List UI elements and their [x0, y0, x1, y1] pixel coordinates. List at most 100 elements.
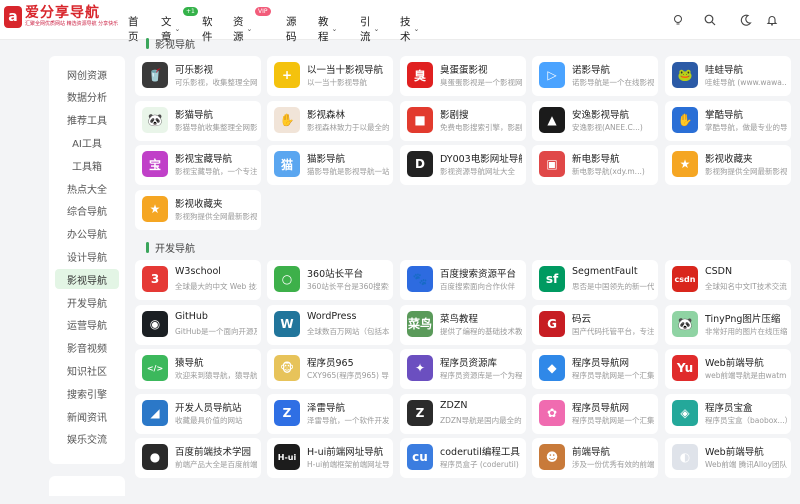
site-card-name: 以一当十影视导航	[307, 65, 384, 76]
site-card[interactable]: W WordPress 全球数百万网站（包括本站）	[267, 304, 393, 345]
sidebar-item[interactable]: 推荐工具	[55, 110, 119, 130]
sidebar-item[interactable]: 办公导航	[55, 224, 119, 244]
site-card[interactable]: ◐ Web前端导航 Web前端 腾讯Alloy团队	[665, 438, 791, 478]
site-card[interactable]: ▣ 新电影导航 新电影导航(xdy.m...)	[532, 145, 658, 185]
site-card-description: 程序员导航网是一个汇集	[572, 415, 654, 425]
nav-item[interactable]: 源码	[286, 14, 297, 44]
site-card[interactable]: 🐾 百度搜索资源平台 百度搜索面向合作伙伴	[400, 260, 526, 300]
site-card[interactable]: 猫猫影导航 猫影导航是影视导航一站式	[267, 145, 393, 185]
site-card[interactable]: ○ 360站长平台 360站长平台是360搜索推出的	[267, 260, 393, 300]
sidebar-item[interactable]: 影视导航	[55, 269, 119, 290]
nav-item[interactable]: 软件	[202, 14, 213, 44]
nav-item[interactable]: 技术 ⌄	[400, 14, 419, 44]
lightbulb-icon[interactable]	[670, 12, 686, 28]
site-card[interactable]: ● 百度前端技术学园 前端产品大全是百度前端	[135, 438, 261, 478]
site-card[interactable]: ★ 影视收藏夹 影视狗提供全网最新影视	[665, 145, 791, 185]
site-card[interactable]: ◉ GitHub GitHub是一个面向开源及私有	[135, 304, 261, 345]
site-card[interactable]: ◢ 开发人员导航站 收藏最具价值的网站	[135, 393, 261, 434]
site-card[interactable]: Yu Web前端导航 web前端导航是由watmen	[665, 349, 791, 389]
site-card-description: 前端产品大全是百度前端	[175, 460, 257, 469]
site-card[interactable]: 🐼 TinyPng图片压缩 非常好用的图片在线压缩	[665, 304, 791, 345]
film-icon: ▣	[539, 151, 565, 177]
site-card[interactable]: ◈ 程序员宝盒 程序员宝盒（baobox...）	[665, 393, 791, 434]
sidebar-item[interactable]: 新闻资讯	[55, 406, 119, 426]
site-card[interactable]: 臭臭蛋蛋影视 臭蛋蛋影视是一个影视网站	[400, 56, 526, 96]
chevron-down-icon: ⌄	[331, 25, 338, 33]
yu-icon: Yu	[672, 355, 698, 381]
site-card[interactable]: Z ZDZN ZDZN导航是国内最全的开发	[400, 393, 526, 434]
sidebar-item[interactable]: 知识社区	[55, 360, 119, 380]
site-card[interactable]: ✿ 程序员导航网 程序员导航网是一个汇集	[532, 393, 658, 434]
site-card[interactable]: cu coderutil编程工具 程序员盒子 (coderutil)	[400, 438, 526, 478]
sidebar-item[interactable]: 综合导航	[55, 201, 119, 221]
site-card[interactable]: G 码云 国产代码托管平台，专注于	[532, 304, 658, 345]
site-card-name: 程序员宝盒	[705, 402, 753, 414]
site-card[interactable]: 菜鸟 菜鸟教程 提供了编程的基础技术教程	[400, 304, 526, 345]
site-card-name: ZDZN	[440, 399, 468, 411]
site-card-name: 百度搜索资源平台	[440, 269, 517, 280]
site-card[interactable]: ✋ 掌酷导航 掌酷导航，做最专业的导航	[665, 100, 791, 141]
sidebar-item[interactable]: 搜索引擎	[55, 383, 119, 403]
site-card-description: 掌酷导航，做最专业的导航	[705, 122, 787, 132]
sidebar-item[interactable]: 运营导航	[55, 315, 119, 335]
site-card[interactable]: 🐵 程序员965 CXY965(程序员965) 导航站	[267, 349, 393, 389]
site-card[interactable]: D DY003电影网址导航 影视资源导航网址大全	[400, 145, 526, 185]
site-card[interactable]: ★ 影视收藏夹 影视狗提供全网最新影视	[135, 189, 261, 230]
site-card-description: 影视宝藏导航，一个专注于	[175, 167, 257, 176]
site-card-description: 可乐影视，收集整理全网影视资源	[175, 78, 257, 87]
sidebar-item[interactable]: 开发导航	[55, 292, 119, 312]
site-card[interactable]: 🥤 可乐影视可乐影视，收集整理全网影视资源	[135, 56, 261, 96]
panda-icon: 🐼	[142, 106, 168, 133]
dy-icon: D	[407, 151, 433, 177]
site-logo[interactable]: a 爱分享导航 汇聚全网优质网站 精选资源导航 分享快乐	[4, 6, 118, 28]
nav-item[interactable]: 资源 ⌄ VIP	[233, 7, 271, 44]
site-card-name: 臭蛋蛋影视	[440, 65, 488, 76]
site-card[interactable]: 🐼 影猫导航 影猫导航收集整理全网影视	[135, 100, 261, 141]
sidebar-item[interactable]: 热点大全	[55, 178, 119, 198]
top-navbar: a 爱分享导航 汇聚全网优质网站 精选资源导航 分享快乐 首页 文章 ⌄ +1 软件 资源…	[0, 0, 800, 43]
site-card-name: 程序员导航网	[572, 402, 630, 414]
nav-item[interactable]: 教程 ⌄	[318, 14, 337, 44]
site-card[interactable]: ✋ 影视森林影视森林致力于以最全的资源	[267, 100, 393, 141]
cross-icon: +	[274, 62, 300, 88]
chevron-down-icon: ⌄	[246, 25, 253, 33]
gitee-icon: G	[539, 310, 565, 337]
site-card[interactable]: + 以一当十影视导航 以一当十影视导航	[267, 56, 393, 96]
sidebar-item[interactable]: AI工具	[55, 132, 119, 152]
site-card[interactable]: Z 泽雷导航 泽雷导航，一个软件开发	[267, 393, 393, 434]
site-card-name: SegmentFault	[572, 266, 638, 277]
site-card-name: coderutil编程工具	[440, 447, 520, 458]
site-card[interactable]: </> 猿导航 欢迎来到猿导航，猿导航是	[135, 349, 261, 389]
site-card[interactable]: ▷ 诺影导航诺影导航是一个在线影视导航	[532, 56, 658, 96]
site-card[interactable]: ☻ 前端导航 涉及一份优秀有效的前端	[532, 438, 658, 478]
site-card[interactable]: 3 W3school 全球最大的中文 Web 技术教程	[135, 260, 261, 300]
site-card[interactable]: 宝影视宝藏导航 影视宝藏导航，一个专注于	[135, 145, 261, 185]
site-card[interactable]: ◆ 程序员导航网 程序员导航网是一个汇集	[532, 349, 658, 389]
site-card[interactable]: csdn CSDN 全球知名中文IT技术交流平台	[665, 260, 791, 300]
site-card[interactable]: sf SegmentFault 思否是中国领先的新一代开发者	[532, 260, 658, 300]
site-card-description: H-ui前端框架前端网址导航	[307, 460, 389, 469]
site-card-description: 影猫导航收集整理全网影视	[175, 122, 257, 132]
sidebar-item[interactable]: 工具箱	[55, 155, 119, 175]
360-icon: ○	[274, 266, 300, 292]
site-card[interactable]: ✦ 程序员资源库程序员资源库是一个为程序员	[400, 349, 526, 389]
sidebar-item[interactable]: 数据分析	[55, 87, 119, 107]
sidebar-item[interactable]: 影音视频	[55, 338, 119, 358]
site-card[interactable]: H-ui H-ui前端网址导航 H-ui前端框架前端网址导航	[267, 438, 393, 478]
nav-item[interactable]: 首页	[128, 14, 139, 44]
site-card[interactable]: ▲ 安逸影视导航 安逸影视(ANEE.C...)	[532, 100, 658, 141]
nav-item[interactable]: 引流 ⌄	[360, 14, 379, 44]
search-icon[interactable]	[702, 12, 718, 28]
sidebar-item[interactable]: 娱乐交流	[55, 429, 119, 449]
planet-icon: ●	[142, 444, 168, 470]
site-card[interactable]: 🐸 哇蛙导航 哇蛙导航 (www.wawa...)	[665, 56, 791, 96]
palm-icon: ✋	[672, 106, 698, 133]
site-title: 爱分享导航	[25, 5, 100, 21]
site-card-name: 影剧搜	[440, 109, 469, 121]
site-card[interactable]: ■ 影剧搜 免费电影搜索引擎，影剧搜	[400, 100, 526, 141]
chevron-down-icon: ⌄	[413, 25, 420, 33]
bell-icon[interactable]	[764, 12, 780, 28]
sidebar-item[interactable]: 设计导航	[55, 246, 119, 266]
moon-icon[interactable]	[738, 12, 754, 28]
sidebar-item[interactable]: 网创资源	[55, 64, 119, 84]
